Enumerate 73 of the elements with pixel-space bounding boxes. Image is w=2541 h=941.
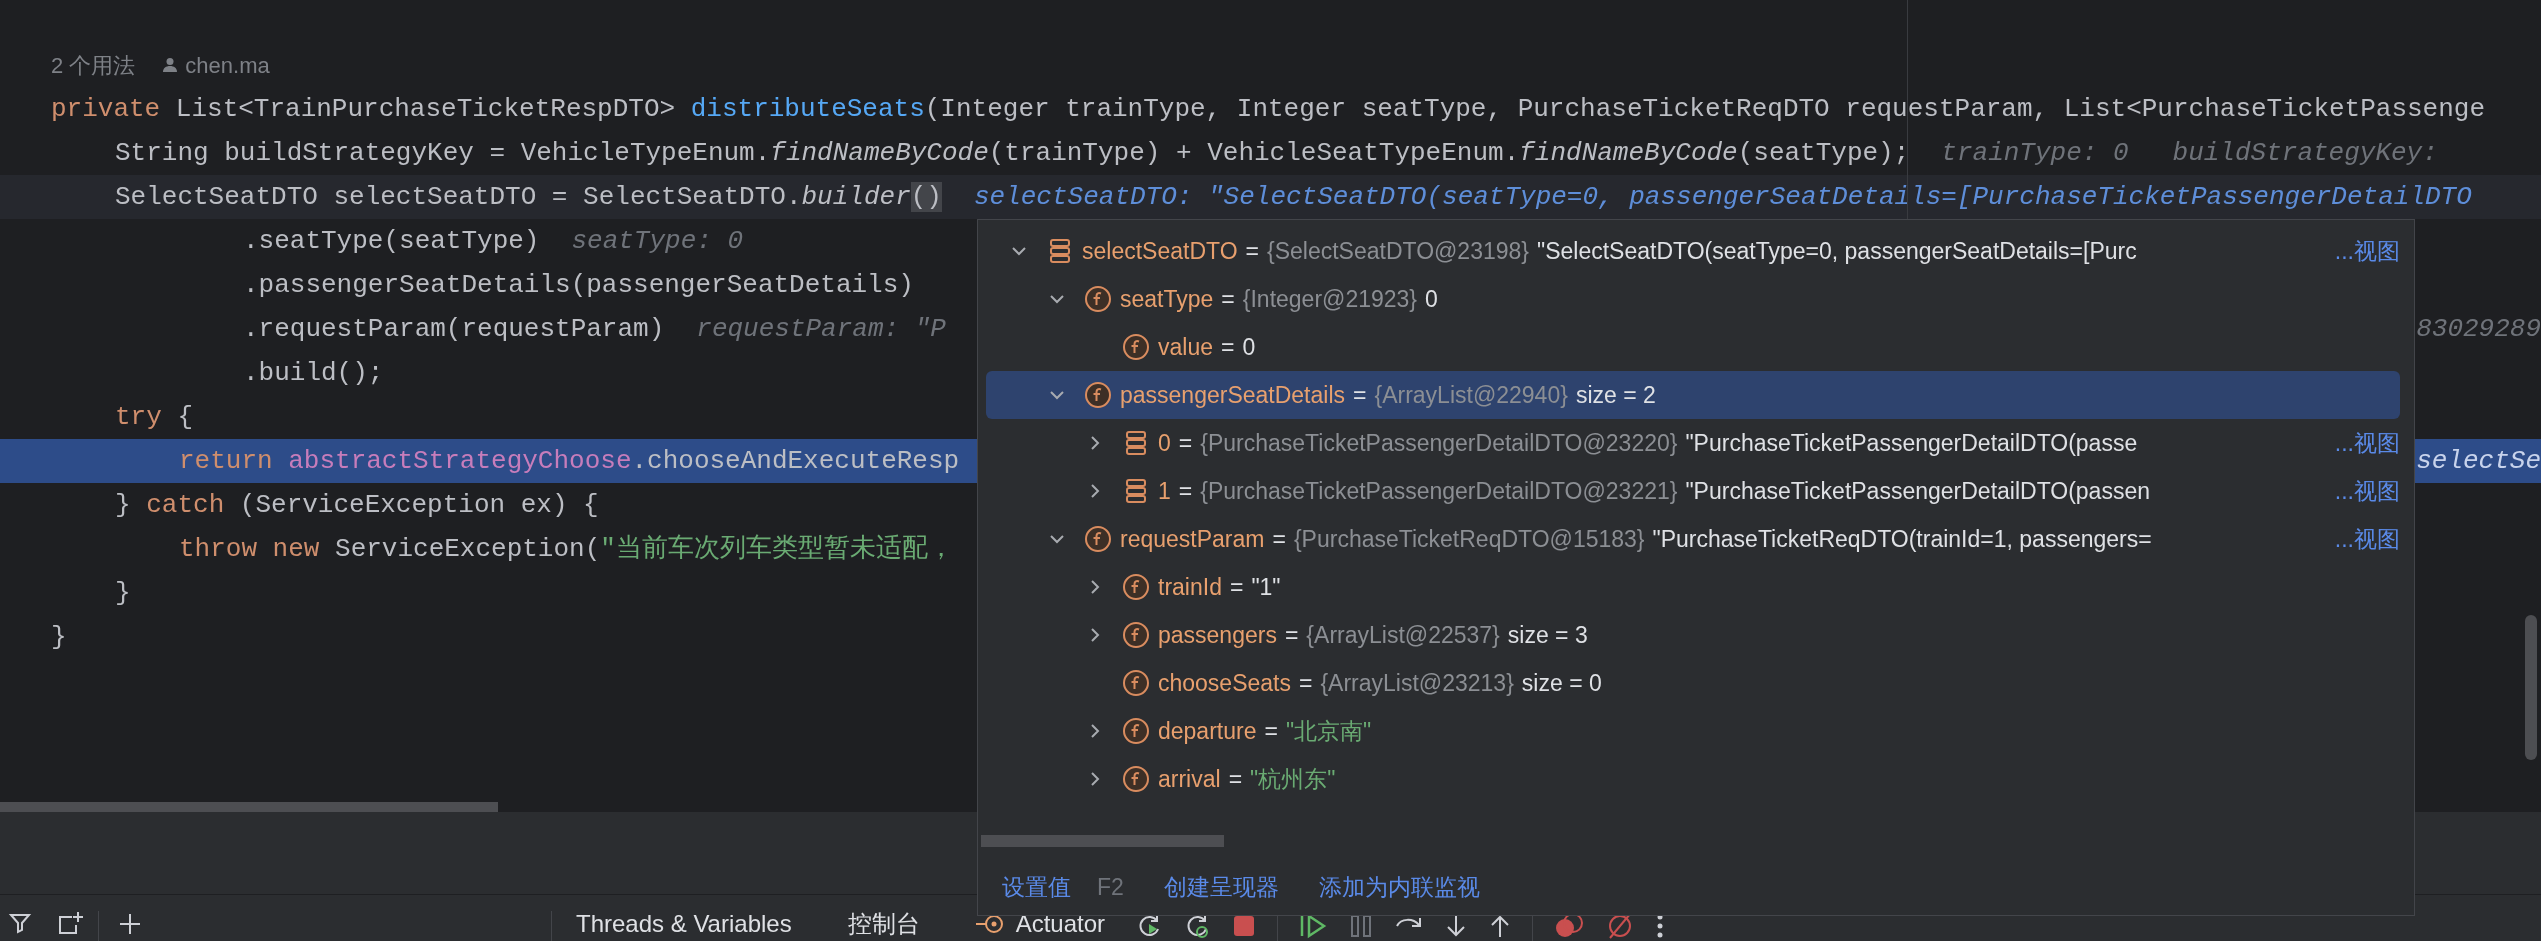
variable-entry: 0 = {PurchaseTicketPassengerDetailDTO@23220} "PurchaseTicketPassengerDetailDTO(passe (1158, 428, 2138, 458)
shortcut-hint: F2 (1097, 872, 1124, 902)
tree-row[interactable]: passengerSeatDetails = {ArrayList@22940} size = 2 (986, 371, 2400, 419)
variable-entry: seatType = {Integer@21923} 0 (1120, 284, 1438, 314)
tree-row[interactable]: chooseSeats = {ArrayList@23213} size = 0 (986, 659, 2400, 707)
code-line: SelectSeatDTO selectSeatDTO = SelectSeatDTO.builder() (115, 180, 942, 214)
field-icon (1122, 573, 1150, 601)
code-line: .build(); (243, 356, 384, 390)
field-icon (1084, 525, 1112, 553)
variable-entry: value = 0 (1158, 332, 1256, 362)
tree-row[interactable]: requestParam = {PurchaseTicketReqDTO@15183} "PurchaseTicketReqDTO(trainId=1, passengers= ...视图 (986, 515, 2400, 563)
inline-value-hint: buildStrategyKey: (2172, 136, 2438, 170)
field-icon (1084, 381, 1112, 409)
tree-row[interactable]: selectSeatDTO = {SelectSeatDTO@23198} "SelectSeatDTO(seatType=0, passengerSeatDetails=[Purc ...视图 (986, 227, 2400, 275)
variable-entry: selectSeatDTO = {SelectSeatDTO@23198} "SelectSeatDTO(seatType=0, passengerSeatDetails=[Purc (1082, 236, 2137, 266)
code-line: .passengerSeatDetails(passengerSeatDetails) (243, 268, 914, 302)
code-line: .seatType(seatType) (243, 224, 540, 258)
code-line: throw new ServiceException("当前车次列车类型暂未适配， (179, 532, 954, 566)
field-icon (1122, 717, 1150, 745)
variable-entry: chooseSeats = {ArrayList@23213} size = 0 (1158, 668, 1602, 698)
code-line: private List<TrainPurchaseTicketRespDTO> distributeSeats(Integer trainType, Integer seatType, PurchaseTicketReqDTO requestParam, List<PurchaseTicketPassenge (51, 92, 2486, 126)
inline-value-hint: seatType: 0 (571, 224, 744, 258)
action-link[interactable]: 添加为内联监视 (1318, 869, 1480, 905)
filter-icon[interactable] (8, 911, 32, 935)
variable-entry: requestParam = {PurchaseTicketReqDTO@15183} "PurchaseTicketReqDTO(trainId=1, passengers= (1120, 524, 2152, 554)
scrollbar-thumb[interactable] (981, 835, 1224, 847)
inline-value-hint: selectSeatDTO: "SelectSeatDTO(seatType=0, passengerSeatDetails=[PurchaseTicketPassengerDetailDTO (973, 180, 2472, 214)
tab[interactable]: Threads & Variables (576, 911, 792, 937)
field-icon (1122, 765, 1150, 793)
variable-entry: 1 = {PurchaseTicketPassengerDetailDTO@23221} "PurchaseTicketPassengerDetailDTO(passen (1158, 476, 2150, 506)
person-icon (161, 56, 180, 74)
view-link[interactable]: ...视图 (2334, 425, 2400, 461)
tree-row[interactable]: passengers = {ArrayList@22537} size = 3 (986, 611, 2400, 659)
code-line: String buildStrategyKey = VehicleTypeEnum.findNameByCode(trainType) + VehicleSeatTypeEnum.findNameByCode(seatType); (115, 136, 1910, 170)
view-link[interactable]: ...视图 (2334, 233, 2400, 269)
variable-entry: passengerSeatDetails = {ArrayList@22940} size = 2 (1120, 380, 1656, 410)
inline-value-hint: selectSe (2416, 444, 2541, 478)
inline-value-hint: 83029289 (2416, 312, 2541, 346)
inline-value-hint: trainType: 0 (1941, 136, 2129, 170)
field-icon (1122, 333, 1150, 361)
tree-row[interactable]: arrival = "杭州东" (986, 755, 2400, 803)
tree-row[interactable]: departure = "北京南" (986, 707, 2400, 755)
action-link[interactable]: 设置值 (1002, 869, 1071, 905)
tree-row[interactable]: trainId = "1" (986, 563, 2400, 611)
tree-row[interactable]: value = 0 (986, 323, 2400, 371)
variable-entry: trainId = "1" (1158, 572, 1281, 602)
variable-entry: arrival = "杭州东" (1158, 764, 1336, 794)
scrollbar-thumb[interactable] (2525, 615, 2537, 760)
code-line: try { (115, 400, 194, 434)
inline-value-hint: requestParam: "P (696, 312, 946, 346)
tree-row[interactable]: 1 = {PurchaseTicketPassengerDetailDTO@23221} "PurchaseTicketPassengerDetailDTO(passen ...视图 (986, 467, 2400, 515)
tree-row[interactable]: seatType = {Integer@21923} 0 (986, 275, 2400, 323)
tree-row[interactable]: 0 = {PurchaseTicketPassengerDetailDTO@23220} "PurchaseTicketPassengerDetailDTO(passe ...视图 (986, 419, 2400, 467)
view-link[interactable]: ...视图 (2334, 521, 2400, 557)
scrollbar-thumb[interactable] (0, 802, 498, 812)
action-link[interactable]: 创建呈现器 (1163, 869, 1279, 905)
code-line: } (51, 620, 67, 654)
author-hint[interactable]: chen.ma (185, 48, 270, 82)
tab[interactable]: 控制台 (847, 911, 920, 937)
variable-entry: departure = "北京南" (1158, 716, 1372, 746)
new-watch-icon[interactable] (56, 911, 84, 937)
variable-entry: passengers = {ArrayList@22537} size = 3 (1158, 620, 1588, 650)
code-line: } (115, 576, 131, 610)
tab[interactable]: Actuator (975, 911, 1106, 937)
plus-icon[interactable] (117, 911, 143, 937)
code-line: return abstractStrategyChoose.chooseAndExecuteResp (179, 444, 960, 478)
code-line: .requestParam(requestParam) (243, 312, 665, 346)
field-icon (1122, 621, 1150, 649)
field-icon (1084, 285, 1112, 313)
view-link[interactable]: ...视图 (2334, 473, 2400, 509)
field-icon (1122, 669, 1150, 697)
code-line: } catch (ServiceException ex) { (115, 488, 599, 522)
usages-hint[interactable]: 2 个用法 (51, 48, 136, 82)
